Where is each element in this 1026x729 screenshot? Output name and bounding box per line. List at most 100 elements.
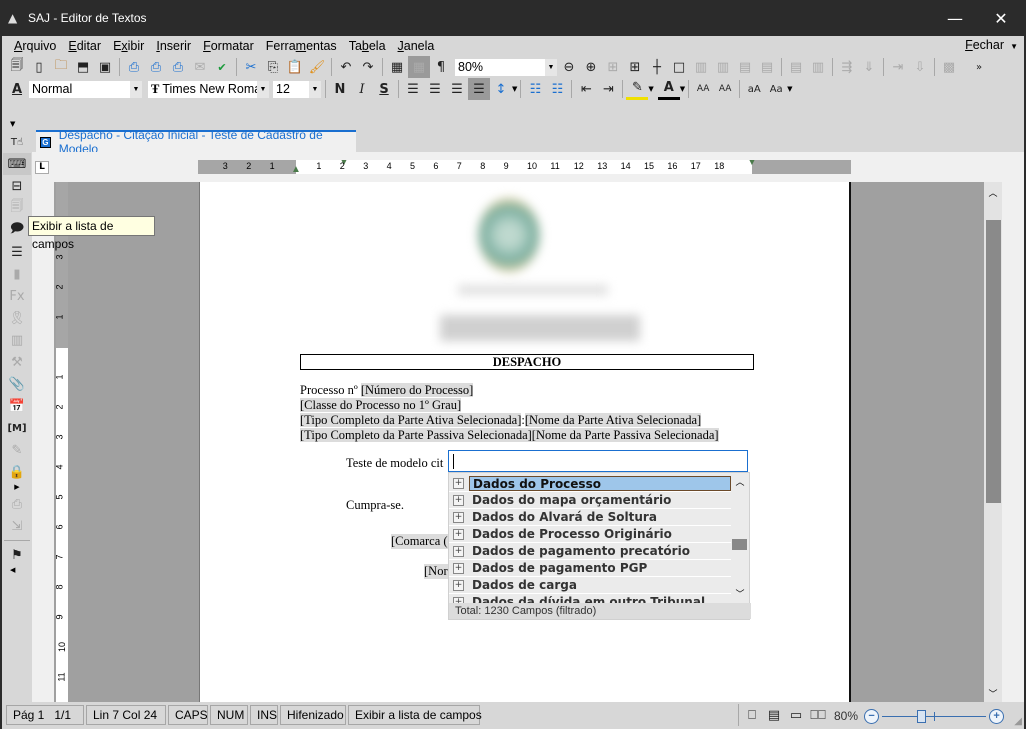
table-bottom-border-icon[interactable]: ▤ [756, 56, 778, 78]
signature-icon[interactable]: ✎ [3, 439, 31, 461]
page-view-icon[interactable]: ⎕ [742, 706, 762, 724]
field-numero-processo[interactable]: [Número do Processo] [360, 383, 474, 397]
menu-tabela[interactable]: Tabela [343, 39, 392, 53]
zoom-slider-thumb[interactable] [917, 709, 927, 723]
field-nome[interactable]: [Nor [424, 564, 449, 579]
table-right-border-icon[interactable]: ▥ [712, 56, 734, 78]
expand-icon[interactable]: + [453, 511, 464, 523]
new-document-icon[interactable]: ▯ [28, 56, 50, 78]
lock-icon[interactable]: 🔒 [3, 461, 31, 483]
web-view-icon[interactable]: ▭ [786, 706, 806, 724]
chevron-down-icon[interactable]: ▼ [257, 80, 269, 98]
chevron-down-icon[interactable]: ▼ [512, 85, 517, 93]
right-indent-marker[interactable]: ▼ [747, 160, 757, 168]
paste-icon[interactable]: 📋 [284, 56, 306, 78]
calendar-icon[interactable]: 📅 [3, 395, 31, 417]
zoom-out-icon[interactable]: ⊖ [558, 56, 580, 78]
menu-editar[interactable]: Editar [62, 39, 107, 53]
field-nome-parte-ativa[interactable]: [Nome da Parte Ativa Selecionada] [524, 413, 702, 427]
table-top-border-icon[interactable]: ▤ [734, 56, 756, 78]
field-groups-icon[interactable]: 🗐 [3, 197, 31, 219]
zoom-slider[interactable] [882, 709, 987, 724]
minimize-button[interactable]: — [932, 0, 978, 36]
align-center-icon[interactable]: ☰ [424, 78, 446, 100]
delete-column-icon[interactable]: ⇩ [909, 56, 931, 78]
scroll-down-icon[interactable]: ﹀ [731, 587, 749, 600]
table-borders-dotted-icon[interactable]: ⊞ [602, 56, 624, 78]
horizontal-ruler[interactable]: ▲ ▼ ▼ 3 2 1 1 2 3 4 5 6 7 8 9 10 11 12 13 14 15 16 17 18 [198, 160, 851, 174]
vertical-ruler[interactable]: 43211234567891011 [55, 182, 68, 702]
field-classe-processo[interactable]: [Classe do Processo no 1º Grau] [300, 398, 462, 412]
style-icon[interactable]: A [6, 78, 28, 100]
zoom-combo[interactable]: 80% ▼ [454, 57, 558, 77]
pilcrow-icon[interactable]: ¶ [430, 56, 452, 78]
open-folder-icon[interactable]: 🗀 [50, 56, 72, 78]
table-outer-border-icon[interactable]: □ [668, 56, 690, 78]
insert-row-icon[interactable]: ⇶ [836, 56, 858, 78]
field-tipo-parte-passiva[interactable]: [Tipo Completo da Parte Passiva Selecion… [300, 428, 532, 442]
macro-icon[interactable]: [M] [3, 417, 31, 439]
chevron-down-icon[interactable]: ▼ [309, 80, 321, 98]
table-grid-icon[interactable]: ▦ [408, 56, 430, 78]
expand-icon[interactable]: + [453, 477, 464, 489]
tab-stop-selector[interactable]: L [35, 161, 49, 174]
align-left-icon[interactable]: ☰ [402, 78, 424, 100]
field-list-item[interactable]: + Dados do Processo [449, 475, 731, 492]
delete-row-icon[interactable]: ⇥ [887, 56, 909, 78]
vertical-scrollbar[interactable]: ︿ ﹀ [984, 182, 1002, 702]
chevron-down-icon[interactable]: ▼ [130, 80, 142, 98]
menu-inserir[interactable]: Inserir [150, 39, 197, 53]
document-page[interactable]: DESPACHO Processo nº [Número do Processo… [199, 182, 851, 702]
print-icon[interactable]: ⎙ [123, 56, 145, 78]
font-combo[interactable]: Ŧ Times New Romar ▼ [147, 79, 270, 99]
close-document-menu[interactable]: Fechar [965, 38, 1004, 52]
list-icon[interactable]: ☰ [3, 241, 31, 263]
expand-icon[interactable]: + [453, 528, 464, 540]
underline-button[interactable]: S [373, 78, 395, 100]
field-list-scrollbar[interactable]: ︿ ﹀ [731, 473, 749, 603]
expand-icon[interactable]: + [453, 562, 464, 574]
table-all-borders-icon[interactable]: ⊞ [624, 56, 646, 78]
menu-ferramentas[interactable]: Ferramentas [260, 39, 343, 53]
email-icon[interactable]: ✉ [189, 56, 211, 78]
attachment-icon[interactable]: 📎 [3, 373, 31, 395]
page-icon[interactable]: ▮ [3, 263, 31, 285]
format-painter-icon[interactable]: 🖌 [306, 56, 328, 78]
align-right-icon[interactable]: ☰ [446, 78, 468, 100]
numbered-list-icon[interactable]: ☷ [546, 78, 568, 100]
chevron-down-icon[interactable]: ▼ [545, 58, 557, 76]
table-shading-icon[interactable]: ▩ [938, 56, 960, 78]
cut-icon[interactable]: ✂ [240, 56, 262, 78]
insert-text-field-icon[interactable]: T☝ [3, 131, 31, 153]
gavel-icon[interactable]: ⚒ [3, 351, 31, 373]
menu-exibir[interactable]: Exibir [107, 39, 150, 53]
chevron-down-icon[interactable]: ▼ [1010, 42, 1018, 51]
justify-icon[interactable]: ☰ [468, 78, 490, 100]
formula-icon[interactable]: Fx [3, 285, 31, 307]
table-left-border-icon[interactable]: ▥ [690, 56, 712, 78]
expand-icon[interactable]: + [453, 494, 464, 506]
menu-janela[interactable]: Janela [392, 39, 441, 53]
insert-table-icon[interactable]: ▦ [386, 56, 408, 78]
export-icon[interactable]: ⇲ [3, 515, 31, 537]
font-size-combo[interactable]: 12 ▼ [272, 79, 322, 99]
line-spacing-icon[interactable]: ↕ [490, 78, 512, 100]
spellcheck-icon[interactable]: ✔ [211, 56, 233, 78]
award-icon[interactable]: 🎗 [3, 307, 31, 329]
open-recent-icon[interactable]: ⬒ [72, 56, 94, 78]
scroll-up-icon[interactable]: ︿ [984, 186, 1002, 199]
toolbar-overflow-icon[interactable]: » [968, 56, 990, 78]
bullet-list-icon[interactable]: ☷ [524, 78, 546, 100]
chevron-down-icon[interactable]: ▼ [648, 85, 653, 93]
resize-grip-icon[interactable]: ◢ [1014, 716, 1022, 727]
normal-view-icon[interactable]: ▤ [764, 706, 784, 724]
comment-icon[interactable]: 🗩 [3, 219, 31, 241]
shrink-font-icon[interactable]: AA [714, 78, 736, 100]
insert-column-icon[interactable]: ⇓ [858, 56, 880, 78]
scroll-up-icon[interactable]: ︿ [731, 475, 749, 488]
menu-formatar[interactable]: Formatar [197, 39, 260, 53]
decrease-indent-icon[interactable]: ⇤ [575, 78, 597, 100]
zoom-in-icon[interactable]: ⊕ [580, 56, 602, 78]
field-nome-parte-passiva[interactable]: [Nome da Parte Passiva Selecionada] [531, 428, 719, 442]
italic-button[interactable]: I [351, 78, 373, 100]
